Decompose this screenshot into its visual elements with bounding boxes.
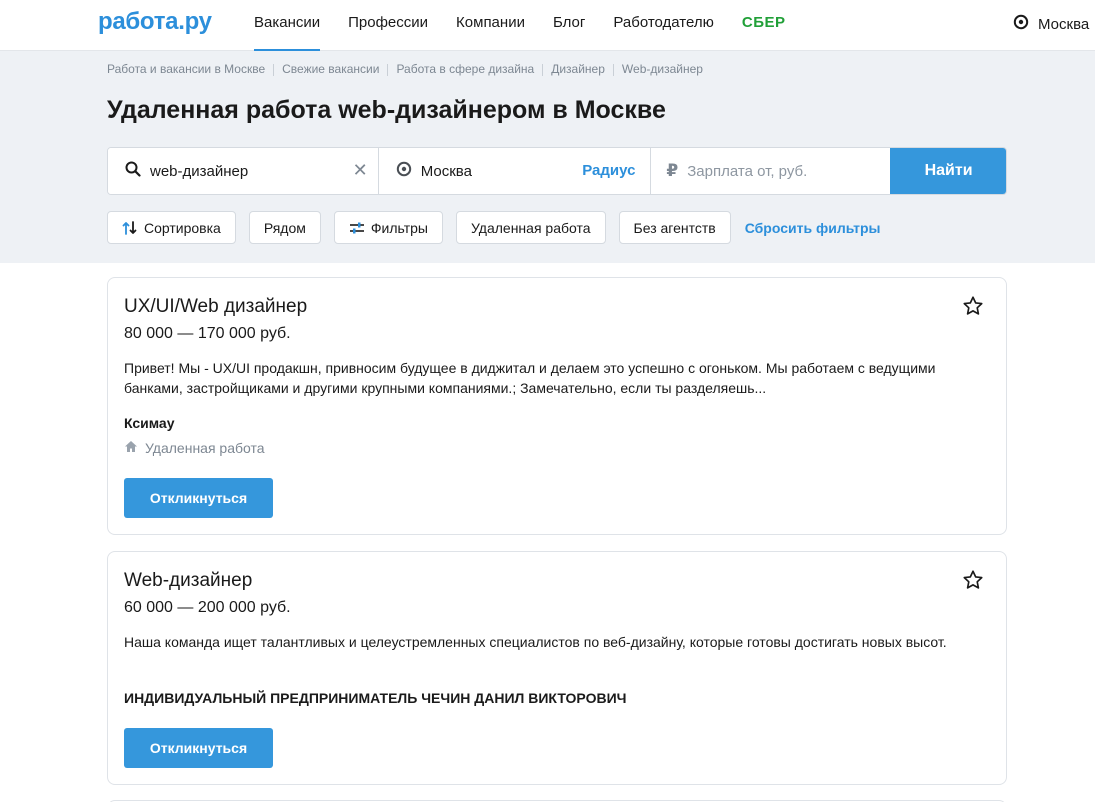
no-agencies-chip[interactable]: Без агентств	[618, 211, 731, 244]
nearby-button[interactable]: Рядом	[248, 211, 321, 244]
breadcrumb-separator	[612, 64, 614, 76]
ruble-icon: ₽	[666, 161, 679, 180]
breadcrumb-separator	[542, 64, 544, 76]
salary-field: ₽	[651, 148, 891, 194]
main-nav: Вакансии Профессии Компании Блог Работод…	[254, 0, 813, 51]
sort-label: Сортировка	[144, 219, 221, 236]
star-icon[interactable]	[962, 295, 984, 322]
top-header: работа.ру Вакансии Профессии Компании Бл…	[0, 0, 1095, 51]
vacancy-title[interactable]: Web-дизайнер	[124, 570, 252, 592]
filters-button[interactable]: Фильтры	[333, 211, 443, 244]
search-bar: ✕ Радиус ₽ Найти	[107, 147, 1007, 195]
vacancy-company[interactable]: Ксимау	[124, 415, 175, 431]
work-format: Удаленная работа	[124, 440, 265, 456]
sort-button[interactable]: Сортировка	[107, 211, 236, 244]
city-label: Москва	[1038, 15, 1090, 33]
query-field: ✕	[108, 148, 379, 194]
vacancy-description: Привет! Мы - UX/UI продакшн, привносим б…	[124, 360, 936, 396]
nav-item-employer[interactable]: Работодателю	[613, 0, 713, 51]
search-icon	[125, 161, 141, 182]
radius-button[interactable]: Радиус	[582, 162, 635, 179]
vacancy-company[interactable]: ИНДИВИДУАЛЬНЫЙ ПРЕДПРИНИМАТЕЛЬ ЧЕЧИН ДАН…	[124, 690, 626, 706]
site-logo[interactable]: работа.ру	[98, 8, 212, 36]
vacancy-salary: 80 000 — 170 000 руб.	[124, 325, 291, 342]
location-input[interactable]	[420, 162, 591, 180]
sort-icon	[122, 220, 138, 236]
reset-filters-link[interactable]: Сбросить фильтры	[745, 220, 881, 236]
location-pin-icon	[396, 161, 412, 182]
find-button[interactable]: Найти	[890, 148, 1006, 194]
vacancy-card: Web-дизайнер 60 000 — 200 000 руб. Наша …	[107, 551, 1007, 785]
work-format-label: Удаленная работа	[145, 440, 265, 456]
apply-button[interactable]: Откликнуться	[124, 728, 273, 768]
nav-item-vacancies[interactable]: Вакансии	[254, 0, 321, 51]
breadcrumb-item[interactable]: Работа в сфере дизайна	[396, 62, 534, 76]
nav-item-professions[interactable]: Профессии	[348, 0, 428, 51]
vacancy-title[interactable]: UX/UI/Web дизайнер	[124, 296, 307, 318]
salary-input[interactable]	[687, 162, 858, 180]
filter-bar: Сортировка Рядом Фильтры Удаленная работ…	[107, 211, 880, 244]
page-title: Удаленная работа web-дизайнером в Москве	[107, 96, 666, 124]
search-input[interactable]	[150, 162, 320, 180]
vacancy-salary: 60 000 — 200 000 руб.	[124, 599, 291, 616]
filters-label: Фильтры	[370, 219, 428, 236]
filter-sliders-icon	[349, 221, 365, 235]
breadcrumb-separator	[273, 64, 275, 76]
remote-work-chip[interactable]: Удаленная работа	[455, 211, 606, 244]
home-icon	[124, 440, 138, 456]
nav-item-companies[interactable]: Компании	[456, 0, 525, 51]
nav-item-sber[interactable]: СБЕР	[742, 0, 786, 51]
breadcrumb: Работа и вакансии в Москве Свежие ваканс…	[107, 62, 703, 76]
apply-button[interactable]: Откликнуться	[124, 478, 273, 518]
clear-icon[interactable]: ✕	[353, 160, 368, 181]
vacancy-description: Наша команда ищет талантливых и целеустр…	[124, 634, 947, 650]
breadcrumb-item[interactable]: Дизайнер	[551, 62, 605, 76]
vacancy-card: UX/UI/Web дизайнер 80 000 — 170 000 руб.…	[107, 277, 1007, 535]
location-pin-icon	[1013, 14, 1029, 34]
star-icon[interactable]	[962, 569, 984, 596]
city-selector[interactable]: Москва	[1013, 14, 1089, 34]
breadcrumb-separator	[387, 64, 389, 76]
nav-item-blog[interactable]: Блог	[553, 0, 585, 51]
location-field: Радиус	[378, 148, 652, 194]
breadcrumb-item[interactable]: Работа и вакансии в Москве	[107, 62, 265, 76]
breadcrumb-item[interactable]: Web-дизайнер	[622, 62, 703, 76]
breadcrumb-item[interactable]: Свежие вакансии	[282, 62, 379, 76]
